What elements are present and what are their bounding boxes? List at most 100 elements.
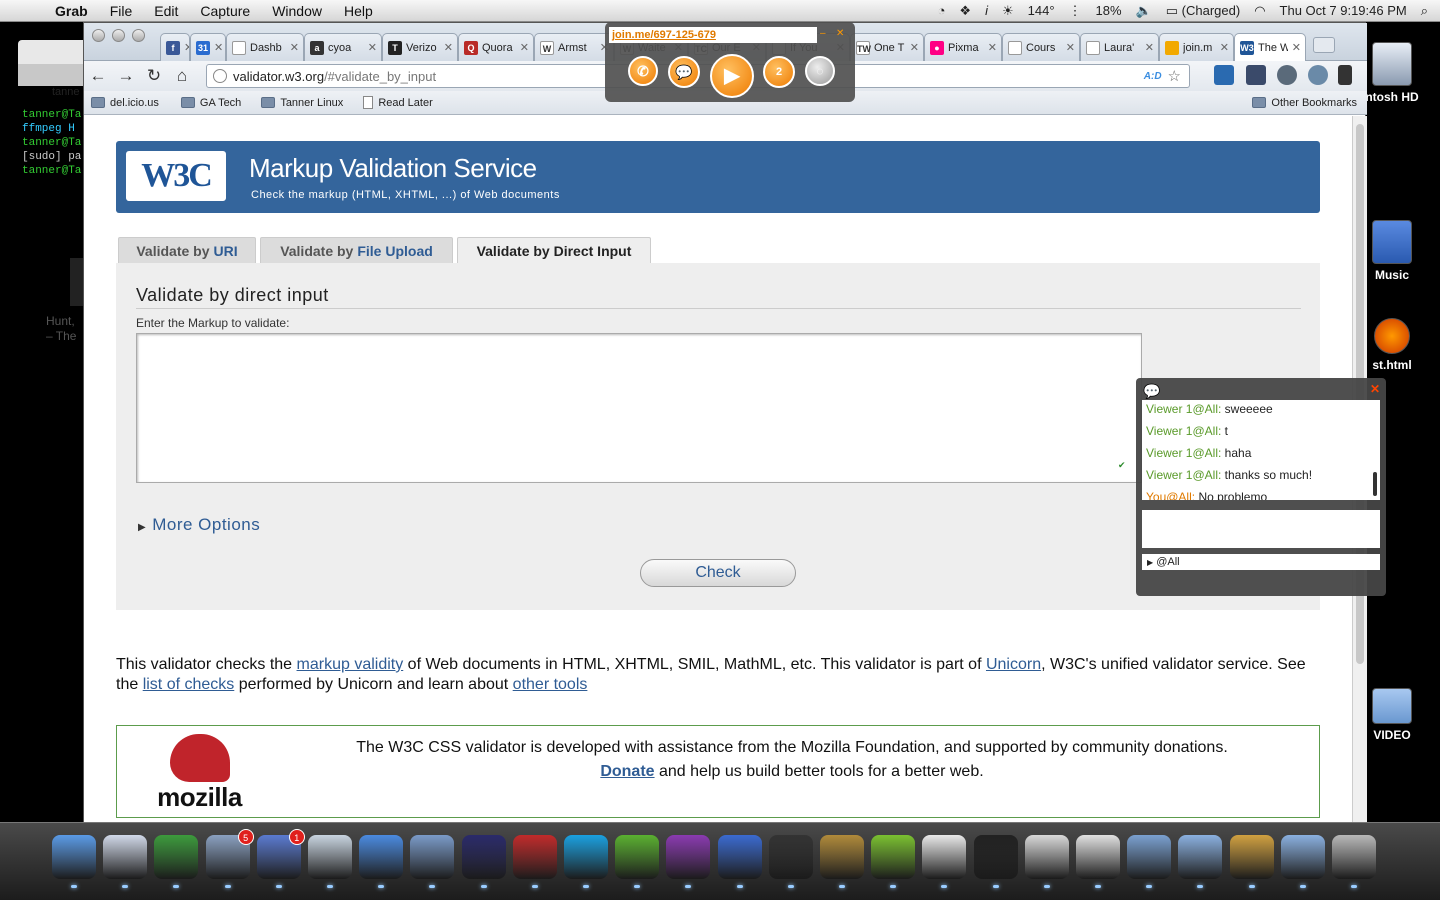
markup-validity-link[interactable]: markup validity: [297, 656, 404, 673]
dock-time-machine-icon[interactable]: [1127, 835, 1172, 879]
tab-close-icon[interactable]: ✕: [444, 41, 453, 54]
tab-close-icon[interactable]: ✕: [368, 41, 377, 54]
dock-pages-icon[interactable]: [1076, 835, 1120, 879]
dock-eclipse-icon[interactable]: [461, 835, 506, 879]
joinme-close-icon[interactable]: ✕: [836, 28, 844, 39]
tab-close-icon[interactable]: ✕: [1292, 41, 1301, 54]
minimize-window-button[interactable]: [112, 29, 125, 42]
battery-percent[interactable]: 18%: [1096, 3, 1122, 18]
joinme-play-button[interactable]: ▶: [710, 54, 754, 98]
wrench-icon[interactable]: [1338, 65, 1352, 85]
tab-close-icon[interactable]: ✕: [214, 41, 223, 54]
dock-folder-docs-icon[interactable]: [1280, 835, 1325, 879]
list-of-checks-link[interactable]: list of checks: [143, 676, 235, 693]
browser-tab[interactable]: join.m ✕: [1159, 33, 1234, 61]
bookmark-delicious[interactable]: del.icio.us: [84, 97, 166, 109]
browser-tab[interactable]: 31 ✕: [190, 33, 226, 61]
browser-tab[interactable]: f✕: [160, 33, 190, 61]
joinme-chat-button[interactable]: 💬: [668, 56, 700, 88]
brightness-icon[interactable]: ☀: [1002, 3, 1014, 19]
dock-trash-icon[interactable]: [1332, 835, 1376, 879]
app-menu[interactable]: Grab: [44, 3, 99, 19]
dock-scissors-icon[interactable]: [1024, 835, 1069, 879]
dock-package-icon[interactable]: [1229, 835, 1274, 879]
tab-close-icon[interactable]: ✕: [290, 41, 299, 54]
back-icon[interactable]: ←: [84, 66, 112, 86]
browser-tab[interactable]: Dashb ✕: [226, 33, 304, 61]
other-bookmarks[interactable]: Other Bookmarks: [1245, 97, 1367, 109]
chat-scrollbar[interactable]: [1373, 472, 1377, 496]
browser-tab[interactable]: ● Pixma ✕: [924, 33, 1002, 61]
dock-parallels-icon[interactable]: [512, 835, 557, 879]
dock-mail-stamp-icon[interactable]: [103, 835, 148, 879]
wifi-icon[interactable]: ◠: [1254, 3, 1265, 19]
time-machine-icon[interactable]: ◔: [938, 3, 946, 18]
menu-help[interactable]: Help: [333, 3, 384, 19]
joinme-viewers-button[interactable]: 2: [763, 56, 795, 88]
aid-extension[interactable]: A:D: [1144, 71, 1168, 82]
instapaper-extension-icon[interactable]: [1246, 65, 1266, 85]
dock-textedit-icon[interactable]: [922, 835, 967, 879]
zoom-window-button[interactable]: [132, 29, 145, 42]
check-button[interactable]: Check: [640, 559, 796, 587]
dock-chrome-icon[interactable]: [154, 835, 199, 879]
chat-input[interactable]: [1142, 510, 1380, 548]
camera-extension-icon[interactable]: [1277, 65, 1297, 85]
web-extension-icon[interactable]: [1308, 65, 1328, 85]
browser-tab[interactable]: W3 The W ✕: [1234, 33, 1306, 61]
bookmark-star-icon[interactable]: ☆: [1168, 67, 1189, 85]
dock-finder-icon[interactable]: [52, 835, 96, 879]
tab-close-icon[interactable]: ✕: [1066, 41, 1075, 54]
temperature-readout[interactable]: 144°: [1028, 3, 1055, 18]
joinme-minimize-icon[interactable]: –: [820, 28, 826, 39]
browser-tab[interactable]: TW One T ✕: [850, 33, 924, 61]
tab-close-icon[interactable]: ✕: [520, 41, 529, 54]
dock-transmit-icon[interactable]: [410, 835, 455, 879]
tab-close-icon[interactable]: ✕: [1145, 41, 1154, 54]
tab-validate-by-uri[interactable]: Validate by URI: [118, 237, 256, 263]
dock-safari-icon[interactable]: [308, 835, 352, 879]
forward-icon[interactable]: →: [112, 66, 140, 86]
dock-skype-icon[interactable]: [564, 835, 608, 879]
home-icon[interactable]: ⌂: [168, 66, 196, 86]
info-icon[interactable]: i: [985, 3, 988, 18]
browser-tab[interactable]: Q Quora ✕: [458, 33, 534, 61]
menu-file[interactable]: File: [99, 3, 144, 19]
new-tab-button[interactable]: [1313, 37, 1335, 53]
dock-google-icon[interactable]: [717, 835, 762, 879]
menu-edit[interactable]: Edit: [143, 3, 189, 19]
w3c-logo[interactable]: W3C: [126, 151, 226, 201]
dock-joinme-icon[interactable]: [871, 835, 916, 879]
unicorn-link[interactable]: Unicorn: [986, 656, 1041, 673]
chat-recipient-select[interactable]: ▶ @All: [1142, 554, 1380, 570]
dock-photo-icon[interactable]: [666, 835, 711, 879]
other-tools-link[interactable]: other tools: [513, 676, 588, 693]
mozilla-logo[interactable]: mozilla: [147, 734, 252, 814]
browser-tab[interactable]: T Verizo ✕: [382, 33, 458, 61]
joinme-session-link[interactable]: join.me/697-125-679: [609, 27, 817, 43]
markup-input[interactable]: [136, 333, 1142, 483]
tab-validate-by-file-upload[interactable]: Validate by File Upload: [260, 237, 453, 263]
menu-capture[interactable]: Capture: [189, 3, 261, 19]
more-options-toggle[interactable]: ▶ More Options: [138, 515, 260, 535]
dock-adium-icon[interactable]: [615, 835, 660, 879]
browser-tab[interactable]: WArmst✕: [534, 33, 614, 61]
cpu-meter-icon[interactable]: ⋮: [1069, 3, 1082, 19]
tab-close-icon[interactable]: ✕: [1220, 41, 1229, 54]
battery-status[interactable]: ▭ (Charged): [1166, 3, 1240, 19]
browser-tab[interactable]: Laura' ✕: [1080, 33, 1159, 61]
joinme-mouse-button[interactable]: ◌: [805, 56, 835, 86]
dock-terminal-icon[interactable]: [973, 835, 1018, 879]
reload-icon[interactable]: ↻: [140, 66, 168, 86]
bookmark-read-later[interactable]: Read Later: [356, 96, 439, 109]
tab-close-icon[interactable]: ✕: [910, 41, 919, 54]
dock-storage-icon[interactable]: [768, 835, 813, 879]
bookmark-ga-tech[interactable]: GA Tech: [174, 97, 248, 109]
dock-folder-apps-icon[interactable]: [1178, 835, 1223, 879]
menubar-clock[interactable]: Thu Oct 7 9:19:46 PM: [1280, 3, 1407, 18]
dock-todo-icon[interactable]: 1: [256, 829, 305, 879]
menu-window[interactable]: Window: [261, 3, 333, 19]
delicious-extension-icon[interactable]: [1214, 65, 1234, 85]
bookmark-tanner-linux[interactable]: Tanner Linux: [254, 97, 350, 109]
dock-itunes-icon[interactable]: [359, 835, 404, 879]
